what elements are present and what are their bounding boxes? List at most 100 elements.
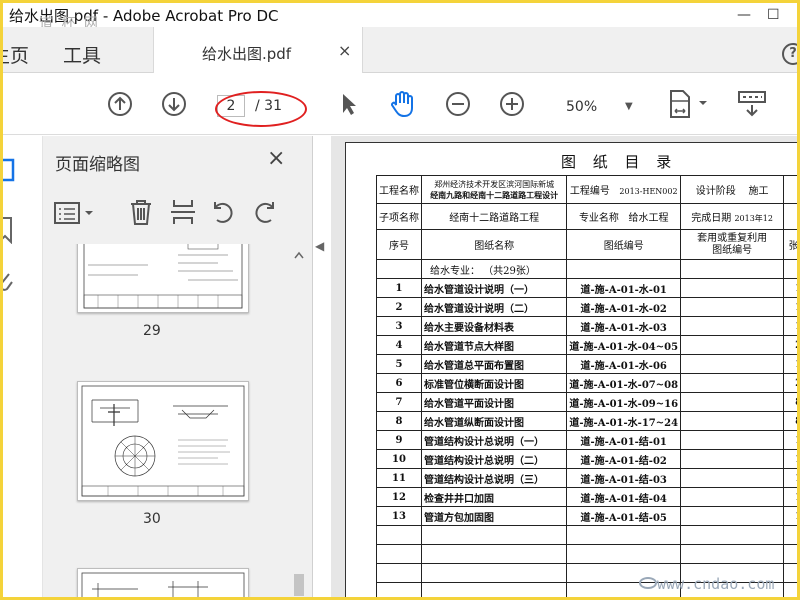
page-thumbnails-icon[interactable] [3,156,21,184]
subitem-label: 子项名称 [376,203,422,230]
table-cell [420,582,568,597]
table-row: 5 给水管道总平面布置图 道-施-A-01-水-06 1 [376,354,797,374]
row-sheets: 2 [783,335,797,355]
col-no: 序号 [376,229,422,260]
keyboard-icon[interactable] [737,89,767,119]
collapse-panel-arrow-icon[interactable]: ◀ [315,239,324,253]
hand-icon[interactable] [387,89,417,119]
close-panel-button[interactable]: × [267,146,285,171]
row-name: 给水管道设计说明（一） [420,278,568,298]
arrow-down-circle-icon[interactable] [161,91,187,117]
row-no: 2 [376,297,422,317]
row-reuse [680,449,785,469]
row-reuse [680,411,785,431]
row-reuse [680,506,785,526]
row-sheets: 1 [783,449,797,469]
minimize-button[interactable]: — [737,7,751,23]
select-arrow-icon[interactable] [335,91,361,117]
row-no: 12 [376,487,422,507]
row-name: 给水管道总平面布置图 [420,354,568,374]
attachment-icon[interactable] [3,270,21,296]
rotate-left-icon[interactable] [209,198,237,226]
tab-home[interactable]: 主页 [3,41,29,68]
table-cell [420,563,568,583]
row-reuse [680,468,785,488]
row-code: 道-施-A-01-水-17~24 [566,411,682,431]
thumbnail-drawing [81,385,245,497]
maximize-button[interactable]: ☐ [767,7,780,23]
table-cell [783,175,797,204]
zoom-in-icon[interactable] [499,91,525,117]
column-header-row: 序号 图纸名称 图纸编号 套用或重复利用图纸编号 张数 [376,229,797,260]
row-sheets: 8 [783,392,797,412]
thumbnail-options-icon[interactable] [53,200,99,226]
table-row: 10 管道结构设计总说明（二） 道-施-A-01-结-02 1 [376,449,797,469]
row-sheets: 1 [783,506,797,526]
page-number-highlight [215,91,307,127]
project-number: 工程编号 2013-HEN002 [566,175,682,204]
bookmark-icon[interactable] [3,216,21,244]
document-viewer[interactable]: 图 纸 目 录 工程名称 郑州经济技术开发区滨河国际新城 经南九路和经南十二路道… [331,136,797,597]
arrow-up-circle-icon[interactable] [107,91,133,117]
zoom-dropdown-arrow-icon[interactable]: ▼ [625,101,633,112]
project-name-value: 郑州经济技术开发区滨河国际新城 经南九路和经南十二路道路工程设计 [420,175,568,204]
row-reuse [680,278,785,298]
row-no: 8 [376,411,422,431]
table-row: 9 管道结构设计总说明（一） 道-施-A-01-结-01 1 [376,430,797,450]
table-header-row: 子项名称 经南十二路道路工程 专业名称 给水工程 完成日期 2013年12 [376,203,797,230]
rotate-right-icon[interactable] [251,198,279,226]
row-no: 4 [376,335,422,355]
page-fit-icon[interactable] [667,89,711,119]
table-row: 3 给水主要设备材料表 道-施-A-01-水-03 1 [376,316,797,336]
page-thumbnail-30[interactable] [77,381,249,501]
table-row: 13 管道方包加固图 道-施-A-01-结-05 1 [376,506,797,526]
row-no: 5 [376,354,422,374]
split-pages-icon[interactable] [169,198,197,226]
empty-row [376,525,797,545]
row-name: 给水管道纵断面设计图 [420,411,568,431]
tab-document[interactable]: 给水出图.pdf × [153,27,363,73]
zoom-level[interactable]: 50% [566,99,597,115]
subitem-value: 经南十二路道路工程 [420,203,568,230]
discipline: 专业名称 给水工程 [566,203,682,230]
row-no: 11 [376,468,422,488]
table-cell [783,563,797,583]
row-no: 13 [376,506,422,526]
tab-tools[interactable]: 工具 [63,41,101,68]
row-reuse [680,373,785,393]
page-thumbnail-29[interactable] [77,244,249,313]
row-code: 道-施-A-01-结-03 [566,468,682,488]
table-header-row: 工程名称 郑州经济技术开发区滨河国际新城 经南九路和经南十二路道路工程设计 工程… [376,175,797,204]
table-row: 1 给水管道设计说明（一） 道-施-A-01-水-01 1 [376,278,797,298]
row-sheets: 8 [783,411,797,431]
row-code: 道-施-A-01-结-04 [566,487,682,507]
table-row: 11 管道结构设计总说明（三） 道-施-A-01-结-03 1 [376,468,797,488]
project-name-label: 工程名称 [376,175,422,204]
page-thumbnail-31[interactable] [77,568,249,597]
table-cell [376,259,422,279]
row-name: 给水管道平面设计图 [420,392,568,412]
row-sheets: 1 [783,430,797,450]
row-no: 10 [376,449,422,469]
table-row: 2 给水管道设计说明（二） 道-施-A-01-水-02 1 [376,297,797,317]
row-reuse [680,335,785,355]
col-code: 图纸编号 [566,229,682,260]
table-cell [376,544,422,564]
row-no: 7 [376,392,422,412]
zoom-out-icon[interactable] [445,91,471,117]
thumbnail-scrollbar[interactable] [291,244,307,597]
row-name: 管道结构设计总说明（三） [420,468,568,488]
table-cell [783,525,797,545]
section-label: 给水专业： （共29张） [420,259,568,279]
drawing-catalog-table: 工程名称 郑州经济技术开发区滨河国际新城 经南九路和经南十二路道路工程设计 工程… [376,175,797,597]
help-button[interactable]: ? [782,43,797,65]
row-sheets: 1 [783,297,797,317]
delete-icon[interactable] [127,198,155,226]
thumbnail-panel: 页面缩略图 × 29 30 [43,136,313,597]
acrobat-window: 给水出图.pdf - Adobe Acrobat Pro DC 道 杯 网 — … [3,3,797,597]
close-tab-button[interactable]: × [338,41,351,60]
table-cell [566,259,682,279]
site-logo-icon [639,577,657,589]
table-cell [680,525,785,545]
thumbnail-list[interactable]: 29 30 [43,244,289,597]
